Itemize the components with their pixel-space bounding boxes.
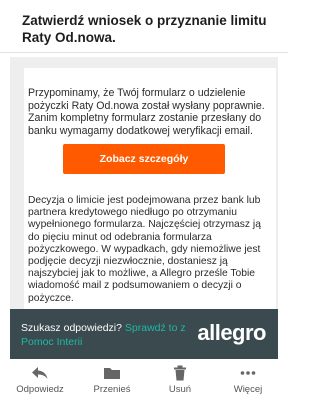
see-details-button[interactable]: Zobacz szczegóły [63,144,225,174]
move-label: Przenieś [93,384,131,395]
reply-label: Odpowiedz [16,384,64,395]
decision-paragraph: Decyzja o limicie jest podejmowana przez… [28,195,261,304]
allegro-logo: allegro [197,320,266,345]
move-button[interactable]: Przenieś [76,365,148,395]
trash-icon [174,365,186,381]
help-question: Szukasz odpowiedzi? [21,322,122,334]
subject-divider [0,52,288,53]
delete-label: Usuń [168,384,192,395]
delete-button[interactable]: Usuń [144,365,216,395]
bottom-toolbar: Odpowiedz Przenieś Usuń Więcej [0,361,288,400]
reply-button[interactable]: Odpowiedz [4,365,76,395]
more-label: Więcej [233,384,263,395]
reminder-paragraph: Przypominamy, że Twój formularz o udziel… [28,87,265,137]
help-text: Szukasz odpowiedzi? Sprawdź to z Pomoc I… [21,321,201,349]
help-banner: Szukasz odpowiedzi? Sprawdź to z Pomoc I… [10,309,278,359]
reply-icon [32,367,48,379]
folder-icon [104,368,120,379]
see-details-label: Zobacz szczegóły [99,153,189,165]
email-subject: Zatwierdź wniosek o przyznanie limitu Ra… [22,13,267,45]
more-dots-icon [240,371,256,375]
more-button[interactable]: Więcej [212,365,284,395]
